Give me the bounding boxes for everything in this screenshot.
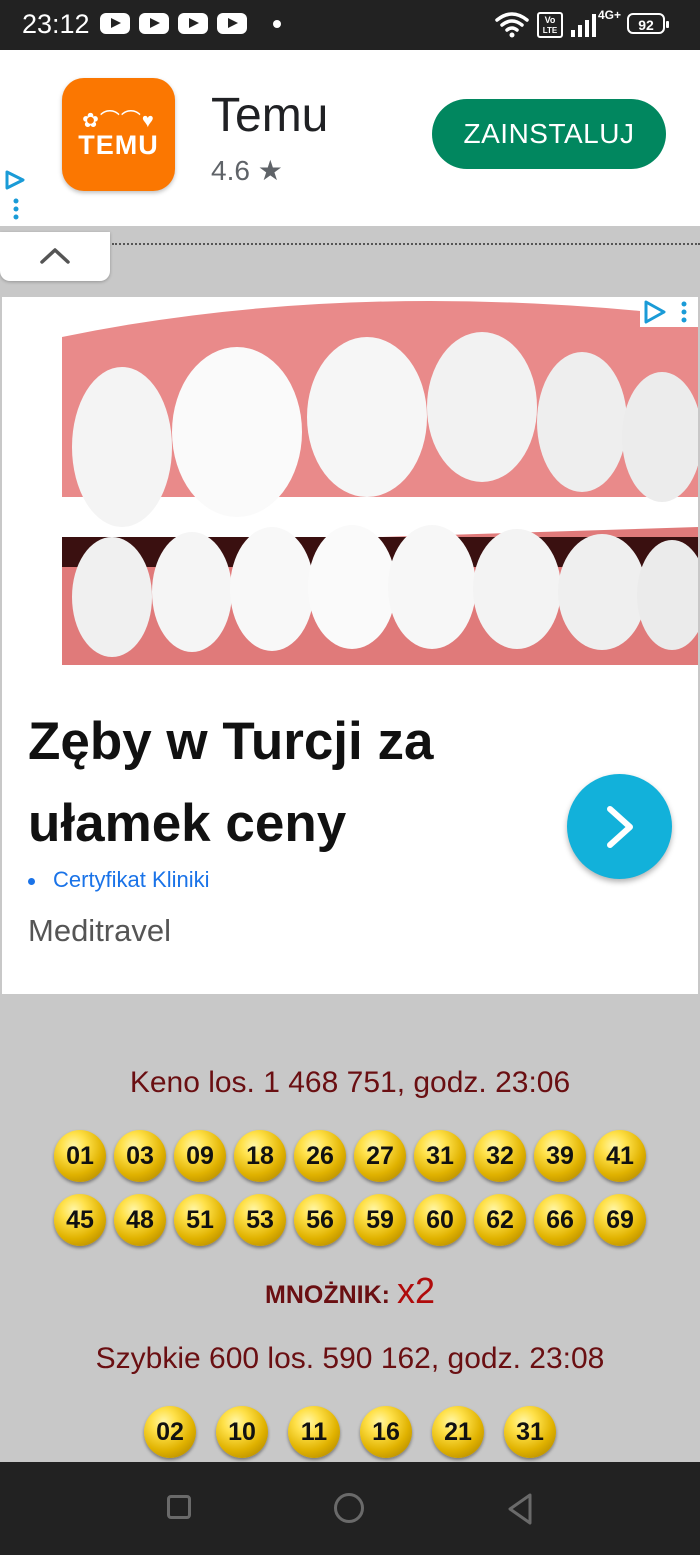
keno-ball: 59 (354, 1194, 406, 1246)
adchoices-icon[interactable] (640, 297, 698, 327)
svg-text:LTE: LTE (543, 26, 558, 35)
szybkie-ball: 10 (216, 1406, 268, 1458)
youtube-notification-icon (178, 13, 208, 34)
keno-ball: 56 (294, 1194, 346, 1246)
keno-ball: 18 (234, 1130, 286, 1182)
szybkie-ball: 02 (144, 1406, 196, 1458)
keno-ball: 26 (294, 1130, 346, 1182)
wifi-icon (495, 12, 529, 38)
home-button[interactable] (334, 1493, 364, 1523)
multiplier-value: x2 (396, 1270, 435, 1311)
app-rating-value: 4.6 (211, 155, 250, 186)
keno-ball: 60 (414, 1194, 466, 1246)
chevron-right-icon (607, 806, 633, 848)
battery-indicator: 92 (627, 13, 669, 34)
signal-icon (571, 14, 596, 37)
teeth-ad-image[interactable] (2, 297, 698, 665)
status-bar: 23:12 Vo LTE 4G+ 92 (0, 0, 700, 50)
ad-headline[interactable]: Zęby w Turcji za ułamek ceny (28, 701, 548, 865)
ad-sitelink-label: Certyfikat Kliniki (53, 867, 210, 892)
szybkie-ball: 31 (504, 1406, 556, 1458)
star-icon: ★ (257, 155, 283, 186)
szybkie-draw-title: Szybkie 600 los. 590 162, godz. 23:08 (95, 1342, 605, 1375)
status-time: 23:12 (22, 9, 90, 39)
keno-numbers-row-2: 45 48 51 53 56 59 60 62 66 69 (0, 1194, 700, 1246)
ad-open-button[interactable] (567, 774, 672, 879)
recents-button[interactable] (167, 1495, 191, 1519)
adchoices-icon[interactable] (4, 168, 26, 220)
app-rating: 4.6 ★ (211, 154, 283, 187)
youtube-notification-icon (100, 13, 130, 34)
keno-ball: 01 (54, 1130, 106, 1182)
svg-text:Vo: Vo (545, 15, 556, 25)
temu-logo-glyphs: ✿⌒⌒♥ (82, 110, 155, 132)
keno-ball: 41 (594, 1130, 646, 1182)
youtube-notification-icon (139, 13, 169, 34)
more-notifications-icon (273, 20, 281, 28)
keno-ball: 39 (534, 1130, 586, 1182)
keno-ball: 48 (114, 1194, 166, 1246)
back-button[interactable] (505, 1492, 535, 1526)
ad-advertiser: Meditravel (28, 913, 171, 948)
keno-ball: 51 (174, 1194, 226, 1246)
keno-ball: 27 (354, 1130, 406, 1182)
szybkie-ball: 21 (432, 1406, 484, 1458)
app-name[interactable]: Temu (211, 88, 328, 143)
ad-sitelink[interactable]: Certyfikat Kliniki (28, 867, 209, 893)
keno-ball: 53 (234, 1194, 286, 1246)
keno-ball: 31 (414, 1130, 466, 1182)
keno-draw-title: Keno los. 1 468 751, godz. 23:06 (129, 1066, 571, 1099)
keno-ball: 69 (594, 1194, 646, 1246)
ad-divider (112, 243, 700, 245)
keno-ball: 03 (114, 1130, 166, 1182)
szybkie-numbers-row: 02 10 11 16 21 31 (0, 1406, 700, 1458)
multiplier-label: MNOŻNIK: (265, 1281, 390, 1309)
keno-ball: 09 (174, 1130, 226, 1182)
display-ad[interactable]: Zęby w Turcji za ułamek ceny Certyfikat … (2, 297, 698, 994)
keno-numbers-row-1: 01 03 09 18 26 27 31 32 39 41 (0, 1130, 700, 1182)
szybkie-ball: 11 (288, 1406, 340, 1458)
collapse-ad-button[interactable] (0, 232, 110, 281)
chevron-up-icon (40, 248, 70, 264)
keno-multiplier: MNOŻNIK: x2 (0, 1270, 700, 1312)
network-type-label: 4G+ (598, 8, 622, 22)
volte-icon: Vo LTE (537, 12, 563, 38)
temu-logo-text: TEMU (78, 130, 159, 160)
youtube-notification-icon (217, 13, 247, 34)
keno-ball: 66 (534, 1194, 586, 1246)
keno-ball: 32 (474, 1130, 526, 1182)
install-button[interactable]: ZAINSTALUJ (432, 99, 666, 169)
szybkie-ball: 16 (360, 1406, 412, 1458)
keno-ball: 62 (474, 1194, 526, 1246)
temu-app-icon[interactable]: ✿⌒⌒♥ TEMU (62, 78, 175, 191)
keno-ball: 45 (54, 1194, 106, 1246)
bullet-icon (28, 877, 35, 885)
